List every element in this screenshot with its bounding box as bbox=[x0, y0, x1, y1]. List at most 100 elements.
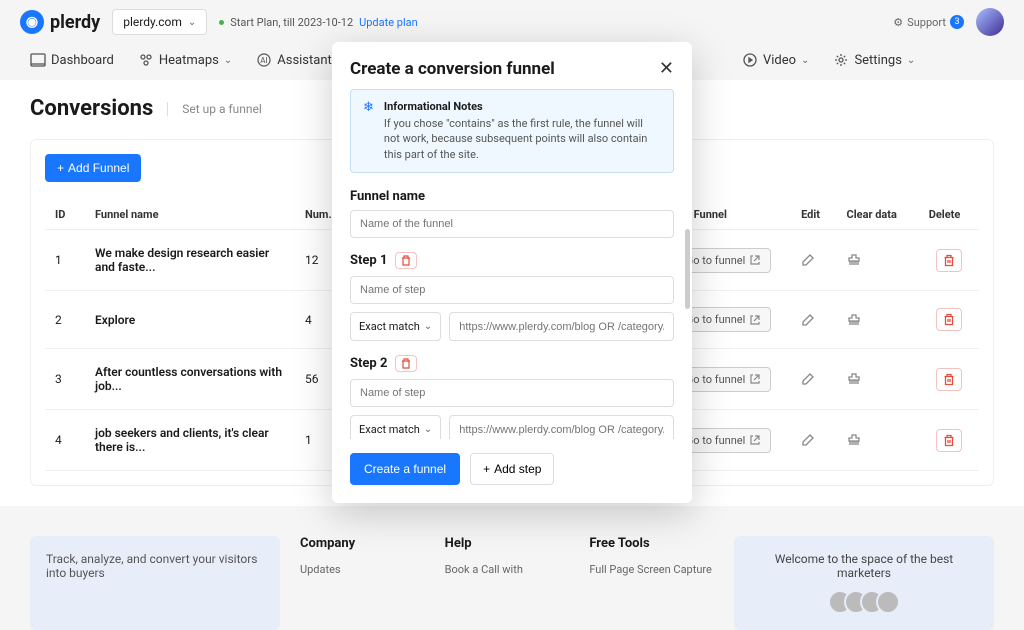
step-2-url-input[interactable] bbox=[449, 415, 674, 439]
scrollbar-thumb[interactable] bbox=[685, 229, 690, 309]
th-delete: Delete bbox=[919, 200, 979, 230]
modal-footer: Create a funnel + Add step bbox=[332, 439, 692, 503]
footer-link[interactable]: Updates bbox=[300, 563, 425, 576]
edit-button[interactable] bbox=[801, 313, 826, 327]
footer-link[interactable]: Full Page Screen Capture bbox=[589, 563, 714, 576]
th-name: Funnel name bbox=[85, 200, 295, 230]
add-step-label: Add step bbox=[494, 462, 541, 476]
cell-name: After countless conversations with job..… bbox=[85, 349, 295, 410]
go-label: Go to funnel bbox=[686, 434, 746, 447]
go-label: Go to funnel bbox=[686, 373, 746, 386]
footer-tools: Free Tools Full Page Screen Capture bbox=[589, 536, 714, 630]
support-link[interactable]: ⚙ Support 3 bbox=[893, 15, 964, 29]
footer-welcome-text: Welcome to the space of the best markete… bbox=[750, 552, 978, 580]
th-clear: Clear data bbox=[837, 200, 919, 230]
step-2-name-input[interactable] bbox=[350, 379, 674, 407]
nav-settings-label: Settings bbox=[854, 53, 901, 68]
nav-assistant-label: Assistant bbox=[277, 53, 332, 68]
step-delete-button[interactable] bbox=[395, 355, 417, 372]
cell-id: 1 bbox=[45, 230, 85, 291]
site-selector[interactable]: plerdy.com ⌄ bbox=[112, 9, 207, 35]
step-1-url-input[interactable] bbox=[449, 312, 674, 341]
chevron-down-icon: ⌄ bbox=[188, 17, 196, 28]
site-selector-label: plerdy.com bbox=[123, 15, 182, 29]
footer-link[interactable]: Book a Call with bbox=[445, 563, 570, 576]
footer-tagline: Track, analyze, and convert your visitor… bbox=[30, 536, 280, 630]
go-label: Go to funnel bbox=[686, 313, 746, 326]
step-2-title: Step 2 bbox=[350, 356, 387, 371]
video-icon bbox=[742, 52, 758, 68]
step-2-row: Exact match ⌄ bbox=[350, 415, 674, 439]
add-funnel-button[interactable]: + Add Funnel bbox=[45, 154, 141, 182]
cell-name: Explore bbox=[85, 291, 295, 349]
nav-dashboard[interactable]: Dashboard bbox=[30, 52, 114, 68]
cell-name: job seekers and clients, it's clear ther… bbox=[85, 410, 295, 471]
chevron-down-icon: ⌄ bbox=[224, 55, 232, 66]
brand-text: plerdy bbox=[50, 12, 100, 33]
chevron-down-icon: ⌄ bbox=[424, 424, 432, 435]
chevron-down-icon: ⌄ bbox=[801, 55, 809, 66]
nav-video[interactable]: Video ⌄ bbox=[742, 52, 809, 68]
step-1-row: Exact match ⌄ bbox=[350, 312, 674, 341]
footer-help: Help Book a Call with bbox=[445, 536, 570, 630]
create-funnel-modal: Create a conversion funnel ✕ ❄ Informati… bbox=[332, 42, 692, 503]
funnel-name-label: Funnel name bbox=[350, 189, 674, 204]
cell-id: 2 bbox=[45, 291, 85, 349]
match-label: Exact match bbox=[359, 423, 420, 436]
create-funnel-button[interactable]: Create a funnel bbox=[350, 453, 460, 485]
step-delete-button[interactable] bbox=[395, 252, 417, 269]
clear-data-button[interactable] bbox=[847, 433, 909, 447]
mini-avatar bbox=[876, 590, 900, 614]
logo[interactable]: ◉ plerdy bbox=[20, 10, 100, 34]
step-2-match-select[interactable]: Exact match ⌄ bbox=[350, 415, 441, 439]
go-label: Go to funnel bbox=[686, 254, 746, 267]
user-avatar[interactable] bbox=[976, 8, 1004, 36]
footer-help-heading: Help bbox=[445, 536, 570, 551]
nav-heatmaps[interactable]: Heatmaps ⌄ bbox=[138, 52, 232, 68]
modal-body: ❄ Informational Notes If you chose "cont… bbox=[332, 89, 692, 439]
funnel-name-input[interactable] bbox=[350, 210, 674, 238]
footer-welcome: Welcome to the space of the best markete… bbox=[734, 536, 994, 630]
step-1-match-select[interactable]: Exact match ⌄ bbox=[350, 312, 441, 341]
edit-button[interactable] bbox=[801, 372, 826, 386]
step-2-header: Step 2 bbox=[350, 355, 674, 372]
th-edit: Edit bbox=[791, 200, 836, 230]
footer-tools-heading: Free Tools bbox=[589, 536, 714, 551]
footer-company: Company Updates bbox=[300, 536, 425, 630]
edit-button[interactable] bbox=[801, 433, 826, 447]
heatmap-icon bbox=[138, 52, 154, 68]
plus-icon: + bbox=[57, 161, 64, 175]
info-icon: ❄ bbox=[363, 100, 374, 162]
modal-header: Create a conversion funnel ✕ bbox=[332, 42, 692, 89]
step-1-name-input[interactable] bbox=[350, 276, 674, 304]
info-text: If you chose "contains" as the first rul… bbox=[384, 116, 661, 162]
delete-button[interactable] bbox=[936, 368, 962, 391]
assistant-icon: AI bbox=[256, 52, 272, 68]
chevron-down-icon: ⌄ bbox=[424, 321, 432, 332]
info-title: Informational Notes bbox=[384, 100, 661, 113]
add-step-button[interactable]: + Add step bbox=[470, 453, 554, 485]
gear-icon bbox=[833, 52, 849, 68]
step-1-title: Step 1 bbox=[350, 253, 387, 268]
step-1-header: Step 1 bbox=[350, 252, 674, 269]
update-plan-link[interactable]: Update plan bbox=[359, 16, 418, 29]
clear-data-button[interactable] bbox=[847, 313, 909, 327]
cell-id: 3 bbox=[45, 349, 85, 410]
delete-button[interactable] bbox=[936, 308, 962, 331]
close-button[interactable]: ✕ bbox=[659, 58, 674, 79]
clear-data-button[interactable] bbox=[847, 372, 909, 386]
svg-text:AI: AI bbox=[261, 56, 268, 65]
clear-data-button[interactable] bbox=[847, 253, 909, 267]
cell-id: 4 bbox=[45, 410, 85, 471]
page-subtitle: Set up a funnel bbox=[167, 102, 262, 116]
support-icon: ⚙ bbox=[893, 16, 903, 29]
status-dot-icon bbox=[219, 20, 224, 25]
delete-button[interactable] bbox=[936, 429, 962, 452]
nav-video-label: Video bbox=[763, 53, 796, 68]
edit-button[interactable] bbox=[801, 253, 826, 267]
page-title: Conversions bbox=[30, 96, 153, 121]
nav-dashboard-label: Dashboard bbox=[51, 53, 114, 68]
delete-button[interactable] bbox=[936, 249, 962, 272]
nav-settings[interactable]: Settings ⌄ bbox=[833, 52, 915, 68]
add-funnel-label: Add Funnel bbox=[68, 161, 129, 175]
